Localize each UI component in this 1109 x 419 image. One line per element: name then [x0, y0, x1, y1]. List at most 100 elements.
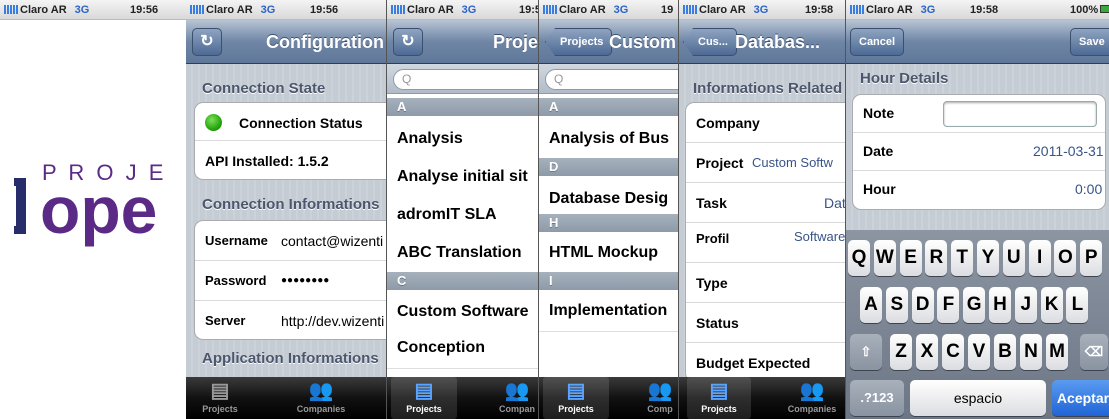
- key-x[interactable]: X: [916, 334, 938, 370]
- hour-row[interactable]: Hour 0:00: [853, 171, 1105, 209]
- list-item-analysis-business[interactable]: Analysis of Bus: [539, 118, 678, 160]
- list-item-analysis[interactable]: Analysis: [387, 118, 538, 160]
- search-input[interactable]: Q: [545, 69, 678, 90]
- key-l[interactable]: L: [1066, 287, 1089, 323]
- nav-bar: ↻ Configuration: [186, 20, 386, 64]
- key-s[interactable]: S: [885, 287, 908, 323]
- hour-details-screen: Claro AR 3G 19:58 100% Cancel Save Hour D…: [845, 0, 1109, 419]
- list-item-abc-translation[interactable]: ABC Translation: [387, 232, 538, 274]
- tab-projects[interactable]: ▤ Projects: [190, 377, 250, 419]
- tab-projects[interactable]: ▤ Projects: [687, 377, 751, 419]
- accept-key[interactable]: Aceptar: [1052, 380, 1109, 416]
- space-key[interactable]: espacio: [910, 380, 1046, 416]
- shift-key[interactable]: ⇧: [850, 334, 882, 370]
- list-item-analyse-initial[interactable]: Analyse initial sit: [387, 156, 538, 198]
- nav-bar: Cus... Databas...: [679, 20, 845, 64]
- project-row[interactable]: Project Custom Softw: [686, 143, 845, 183]
- tab-companies[interactable]: 👥 Companies: [779, 377, 845, 419]
- projects-tab-icon: ▤: [709, 380, 729, 402]
- note-input[interactable]: [943, 101, 1097, 127]
- search-input[interactable]: Q: [393, 69, 538, 90]
- key-r[interactable]: R: [925, 240, 948, 276]
- back-button[interactable]: Cus...: [683, 28, 737, 56]
- status-row[interactable]: Status: [686, 303, 845, 343]
- tab-projects[interactable]: ▤ Projects: [391, 377, 457, 419]
- key-f[interactable]: F: [937, 287, 960, 323]
- profil-row[interactable]: Profil Software: [686, 223, 845, 263]
- company-row[interactable]: Company: [686, 103, 845, 143]
- projects-tab-icon: ▤: [414, 380, 434, 402]
- tab-companies[interactable]: 👥 Compan: [487, 377, 538, 419]
- password-row[interactable]: Password ●●●●●●●●: [195, 261, 386, 301]
- section-hour-details: Hour Details: [860, 70, 949, 87]
- refresh-button[interactable]: ↻: [393, 28, 423, 56]
- tab-projects[interactable]: ▤ Projects: [543, 377, 609, 419]
- key-u[interactable]: U: [1002, 240, 1025, 276]
- numbers-key[interactable]: .?123: [850, 380, 904, 416]
- companies-tab-icon: 👥: [799, 380, 825, 402]
- status-bar: Claro AR3G 19:57: [387, 0, 538, 20]
- backspace-key[interactable]: ⌫: [1080, 334, 1108, 370]
- status-green-icon: [205, 114, 222, 131]
- key-z[interactable]: Z: [890, 334, 912, 370]
- key-n[interactable]: N: [1020, 334, 1042, 370]
- type-row[interactable]: Type: [686, 263, 845, 303]
- section-application-info: Application Informations: [202, 350, 379, 367]
- nav-bar: Projects Custom: [539, 20, 678, 64]
- key-b[interactable]: B: [994, 334, 1016, 370]
- index-header-a: A: [387, 98, 538, 116]
- key-w[interactable]: W: [873, 240, 896, 276]
- tab-companies[interactable]: 👥 Companies: [286, 377, 356, 419]
- refresh-button[interactable]: ↻: [192, 28, 222, 56]
- refresh-icon: ↻: [401, 33, 415, 50]
- backspace-icon: ⌫: [1084, 344, 1104, 359]
- list-item-conception[interactable]: Conception: [387, 327, 538, 369]
- key-y[interactable]: Y: [977, 240, 999, 276]
- database-detail-screen: Claro AR 3G 19:58 Cus... Databas... Infor…: [678, 0, 845, 419]
- index-header-c: C: [387, 272, 538, 290]
- cancel-button[interactable]: Cancel: [850, 28, 905, 56]
- status-bar: Claro AR 3G 19: [539, 0, 678, 20]
- key-q[interactable]: Q: [848, 240, 870, 276]
- note-row: Note: [853, 95, 1105, 133]
- battery-icon: [1100, 5, 1109, 13]
- status-bar: Claro AR 3G 19:56: [186, 0, 386, 20]
- back-button[interactable]: Projects: [545, 28, 613, 56]
- status-bar: Claro AR 3G 19:58 100%: [846, 0, 1109, 20]
- server-row[interactable]: Server http://dev.wizenti: [195, 301, 386, 339]
- companies-tab-icon: 👥: [504, 380, 530, 402]
- connection-status-row: Connection Status: [195, 103, 386, 141]
- key-p[interactable]: P: [1080, 240, 1103, 276]
- list-item-adromit-sla[interactable]: adromIT SLA: [387, 194, 538, 236]
- key-v[interactable]: V: [968, 334, 990, 370]
- date-row[interactable]: Date 2011-03-31: [853, 133, 1105, 171]
- list-item-implementation[interactable]: Implementation: [539, 290, 678, 332]
- tab-companies[interactable]: 👥 Comp: [635, 377, 678, 419]
- page-title: Proje: [493, 32, 538, 52]
- api-installed-row: API Installed: 1.5.2: [205, 153, 329, 169]
- key-g[interactable]: G: [963, 287, 986, 323]
- status-bar: Claro AR 3G 19:58: [679, 0, 845, 20]
- key-j[interactable]: J: [1014, 287, 1037, 323]
- key-t[interactable]: T: [951, 240, 974, 276]
- task-row[interactable]: Task Dat: [686, 183, 845, 223]
- key-m[interactable]: M: [1046, 334, 1068, 370]
- key-k[interactable]: K: [1040, 287, 1063, 323]
- key-h[interactable]: H: [989, 287, 1011, 323]
- key-o[interactable]: O: [1054, 240, 1077, 276]
- key-d[interactable]: D: [911, 287, 934, 323]
- section-connection-info: Connection Informations: [202, 196, 380, 213]
- save-button[interactable]: Save: [1070, 28, 1109, 56]
- key-c[interactable]: C: [942, 334, 964, 370]
- search-bar: Q: [387, 64, 538, 94]
- configuration-screen: Claro AR 3G 19:56 ↻ Configuration Connect…: [186, 0, 386, 419]
- key-e[interactable]: E: [899, 240, 922, 276]
- list-item-html-mockup[interactable]: HTML Mockup: [539, 232, 678, 274]
- key-i[interactable]: I: [1028, 240, 1051, 276]
- companies-tab-icon: 👥: [308, 380, 334, 402]
- username-row[interactable]: Username contact@wizenti: [195, 221, 386, 261]
- key-a[interactable]: A: [860, 287, 882, 323]
- connection-card: Connection Status API Installed: 1.5.2: [194, 102, 386, 180]
- shift-icon: ⇧: [860, 344, 872, 359]
- nav-bar: ↻ Proje: [387, 20, 538, 64]
